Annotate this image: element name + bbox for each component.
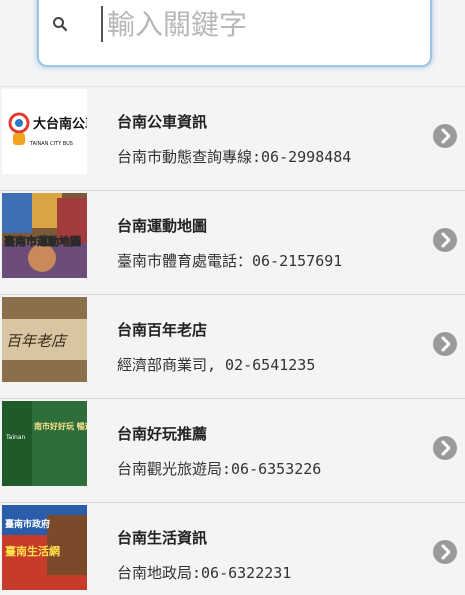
living-info-text: 臺南生活網 xyxy=(5,544,60,558)
search-icon[interactable] xyxy=(52,16,68,32)
list-item-sports-map[interactable]: 臺南市運動地圖 台南運動地圖 臺南市體育處電話：06-2157691 xyxy=(0,190,465,294)
item-title: 台南公車資訊 xyxy=(117,113,208,131)
bus-logo-text: 大台南公車 xyxy=(33,116,87,132)
century-shops-thumbnail: 百年老店 xyxy=(2,297,87,382)
sports-map-text: 臺南市運動地圖 xyxy=(4,234,81,248)
chevron-right-icon[interactable] xyxy=(433,228,457,252)
living-info-thumbnail: 臺南市政府 臺南生活網 xyxy=(2,505,87,590)
list-item-fun-recommendations[interactable]: Tainan 南市好好玩 暢遊行程 台南好玩推薦 台南觀光旅遊局:06-6353… xyxy=(0,398,465,502)
chevron-right-icon[interactable] xyxy=(433,540,457,564)
item-subtitle: 台南市動態查詢專線:06-2998484 xyxy=(117,148,352,166)
item-title: 台南好玩推薦 xyxy=(117,425,208,443)
item-title: 台南百年老店 xyxy=(117,321,208,339)
fun-thumb-caption: Tainan xyxy=(5,434,25,441)
living-info-caption: 臺南市政府 xyxy=(5,518,50,530)
item-title: 台南運動地圖 xyxy=(117,217,208,235)
chevron-right-icon[interactable] xyxy=(433,332,457,356)
list-item-century-shops[interactable]: 百年老店 台南百年老店 經濟部商業司, 02-6541235 xyxy=(0,294,465,398)
item-subtitle: 經濟部商業司, 02-6541235 xyxy=(117,356,316,374)
item-subtitle: 台南地政局:06-6322231 xyxy=(117,564,292,582)
bus-logo-caption: TAINAN CITY BUS xyxy=(29,141,73,147)
item-title: 台南生活資訊 xyxy=(117,529,208,547)
fun-recommendations-thumbnail: Tainan 南市好好玩 暢遊行程 xyxy=(2,401,87,486)
search-box[interactable] xyxy=(37,0,432,67)
item-subtitle: 台南觀光旅遊局:06-6353226 xyxy=(117,460,322,478)
list-item-living-info[interactable]: 臺南市政府 臺南生活網 台南生活資訊 台南地政局:06-6322231 xyxy=(0,502,465,595)
item-subtitle: 臺南市體育處電話：06-2157691 xyxy=(117,252,343,270)
list-item-bus[interactable]: 大台南公車 TAINAN CITY BUS 台南公車資訊 台南市動態查詢專線:0… xyxy=(0,86,465,190)
chevron-right-icon[interactable] xyxy=(433,124,457,148)
sports-map-thumbnail: 臺南市運動地圖 xyxy=(2,193,87,278)
search-area xyxy=(0,0,465,86)
chevron-right-icon[interactable] xyxy=(433,436,457,460)
bus-logo-thumbnail: 大台南公車 TAINAN CITY BUS xyxy=(2,89,87,174)
century-shops-text: 百年老店 xyxy=(6,332,68,350)
search-input[interactable] xyxy=(101,6,421,42)
link-list: 大台南公車 TAINAN CITY BUS 台南公車資訊 台南市動態查詢專線:0… xyxy=(0,86,465,595)
fun-thumb-text: 南市好好玩 暢遊行程 xyxy=(34,421,87,431)
